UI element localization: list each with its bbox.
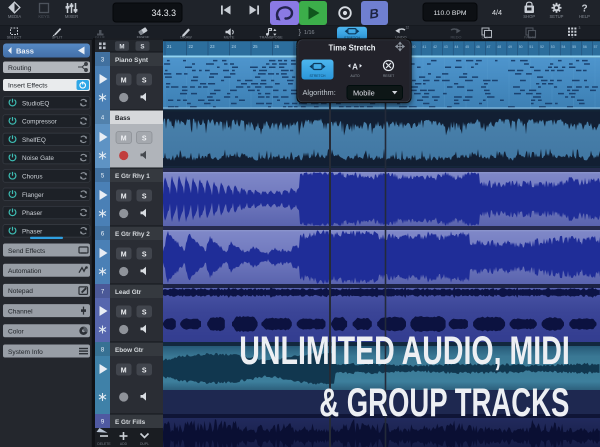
svg-text:RESET: RESET xyxy=(383,74,394,78)
svg-text:M: M xyxy=(121,78,127,85)
svg-text:Compressor: Compressor xyxy=(22,119,58,126)
svg-text:23: 23 xyxy=(210,44,215,49)
svg-text:ShelfEQ: ShelfEQ xyxy=(22,137,46,144)
svg-text:M: M xyxy=(121,136,127,143)
svg-text:25: 25 xyxy=(253,44,258,49)
svg-text:A: A xyxy=(352,63,358,72)
svg-text:S: S xyxy=(142,310,147,317)
svg-text:AUTO: AUTO xyxy=(350,74,360,78)
svg-text:E Gtr Rhy 1: E Gtr Rhy 1 xyxy=(115,173,150,180)
svg-text:M: M xyxy=(121,194,127,201)
svg-text:43: 43 xyxy=(444,45,448,49)
svg-text:Flanger: Flanger xyxy=(22,192,45,199)
svg-text:DRAW: DRAW xyxy=(180,36,192,40)
svg-text:12: 12 xyxy=(406,26,410,30)
svg-text:3: 3 xyxy=(579,26,581,30)
svg-text:HELP: HELP xyxy=(579,14,590,19)
svg-text:34.3.3: 34.3.3 xyxy=(152,8,177,18)
svg-text:E Gtr Fills: E Gtr Fills xyxy=(115,419,146,426)
svg-text:52: 52 xyxy=(540,45,544,49)
svg-text:DUPL: DUPL xyxy=(140,442,149,446)
svg-text:MUTE: MUTE xyxy=(224,36,235,40)
svg-text:49: 49 xyxy=(508,45,512,49)
svg-text:45: 45 xyxy=(465,45,469,49)
svg-text:StudioEQ: StudioEQ xyxy=(22,100,49,107)
svg-text:Automation: Automation xyxy=(8,268,42,275)
svg-text:M: M xyxy=(121,252,127,259)
svg-text:E Gtr Rhy 2: E Gtr Rhy 2 xyxy=(115,231,150,238)
svg-text:S: S xyxy=(142,368,147,375)
svg-text:Mobile: Mobile xyxy=(353,88,375,97)
svg-text:55: 55 xyxy=(572,45,576,49)
svg-text:110.0 BPM: 110.0 BPM xyxy=(433,10,466,17)
svg-text:SETUP: SETUP xyxy=(550,14,564,19)
svg-text:SELECT: SELECT xyxy=(7,36,22,40)
svg-text:TRANSPOSE: TRANSPOSE xyxy=(259,36,283,40)
svg-text:SHOP: SHOP xyxy=(523,14,535,19)
svg-text:MEDIA: MEDIA xyxy=(8,14,21,19)
svg-text:M: M xyxy=(121,368,127,375)
svg-text:57: 57 xyxy=(594,45,598,49)
svg-text:26: 26 xyxy=(275,44,280,49)
svg-text:S: S xyxy=(142,252,147,259)
svg-text:Bass: Bass xyxy=(16,47,34,56)
svg-text:44: 44 xyxy=(455,45,459,49)
svg-text:Time Stretch: Time Stretch xyxy=(328,44,375,53)
svg-text:Channel: Channel xyxy=(8,308,33,315)
svg-text:S: S xyxy=(140,44,144,51)
svg-text:Lead Gtr: Lead Gtr xyxy=(115,289,142,296)
svg-text:41: 41 xyxy=(422,45,426,49)
svg-text:M: M xyxy=(119,44,124,51)
svg-text:S: S xyxy=(142,136,147,143)
svg-text:Piano Synt: Piano Synt xyxy=(115,57,149,64)
svg-text:UNLIMITED AUDIO, MIDI: UNLIMITED AUDIO, MIDI xyxy=(239,329,570,373)
svg-text:40: 40 xyxy=(412,45,416,49)
svg-text:Notepad: Notepad xyxy=(8,288,33,295)
svg-text:Send Effects: Send Effects xyxy=(8,248,46,255)
svg-text:4/4: 4/4 xyxy=(492,8,502,17)
svg-text:42: 42 xyxy=(433,45,437,49)
svg-text:46: 46 xyxy=(476,45,480,49)
svg-text:Noise Gate: Noise Gate xyxy=(22,155,54,162)
svg-text:Bass: Bass xyxy=(115,115,131,122)
svg-text:DELETE: DELETE xyxy=(97,442,111,446)
svg-text:KEYS: KEYS xyxy=(38,14,49,19)
svg-text:Color: Color xyxy=(8,329,25,336)
svg-text:SPLIT: SPLIT xyxy=(52,36,63,40)
svg-text:Phaser: Phaser xyxy=(22,210,43,217)
svg-text:M: M xyxy=(121,310,127,317)
svg-text:1/16: 1/16 xyxy=(304,30,315,36)
svg-text:56: 56 xyxy=(583,45,587,49)
svg-text:System Info: System Info xyxy=(8,349,43,356)
svg-text:22: 22 xyxy=(189,44,194,49)
svg-text:48: 48 xyxy=(497,45,501,49)
svg-text:Algorithm:: Algorithm: xyxy=(303,88,336,97)
svg-text:24: 24 xyxy=(232,44,237,49)
svg-text:50: 50 xyxy=(519,45,523,49)
svg-text:REDO: REDO xyxy=(451,36,462,40)
svg-text:STRETCH: STRETCH xyxy=(309,74,326,78)
svg-text:PASTE: PASTE xyxy=(524,36,537,40)
svg-text:S: S xyxy=(142,194,147,201)
svg-text:54: 54 xyxy=(562,45,566,49)
svg-text:ADD: ADD xyxy=(120,442,128,446)
svg-text:47: 47 xyxy=(487,45,491,49)
svg-text:Phaser: Phaser xyxy=(22,228,43,235)
svg-text:Insert Effects: Insert Effects xyxy=(8,83,48,90)
svg-text:Routing: Routing xyxy=(8,65,32,72)
svg-text:COPY: COPY xyxy=(482,36,493,40)
svg-text:53: 53 xyxy=(551,45,555,49)
svg-text:51: 51 xyxy=(529,45,533,49)
svg-text:?: ? xyxy=(581,4,587,15)
svg-text:S: S xyxy=(142,78,147,85)
svg-text:Ebow Gtr: Ebow Gtr xyxy=(115,347,144,354)
svg-text:Chorus: Chorus xyxy=(22,174,43,181)
svg-text:21: 21 xyxy=(167,44,172,49)
svg-text:MIXER: MIXER xyxy=(65,14,78,19)
svg-text:& GROUP TRACKS: & GROUP TRACKS xyxy=(319,381,569,425)
